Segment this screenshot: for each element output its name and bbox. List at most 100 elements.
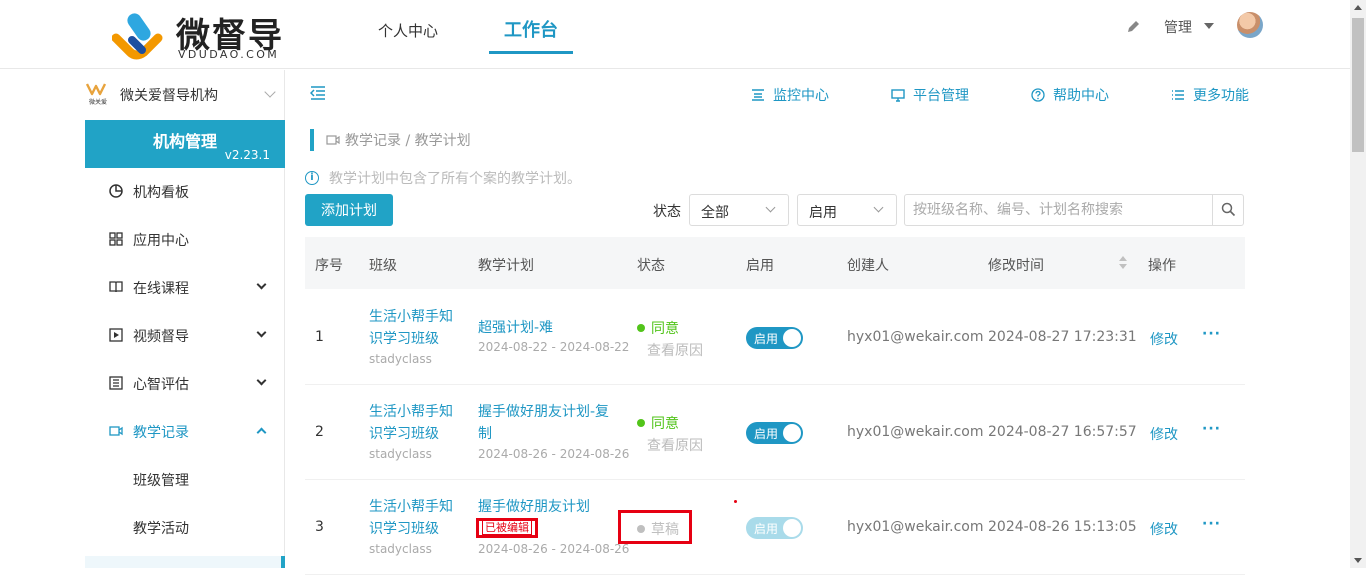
column-header-status: 状态 <box>637 258 665 274</box>
sidebar-subitem-teaching-plan[interactable] <box>85 556 285 568</box>
play-icon <box>109 328 123 342</box>
sidebar-subitem-class-management[interactable]: 班级管理 <box>85 456 285 504</box>
sidebar-item-mental-assessment[interactable]: 心智评估 <box>85 360 285 408</box>
scroll-up-icon[interactable] <box>1354 5 1362 10</box>
search-box <box>904 194 1244 226</box>
view-reason-link[interactable]: 查看原因 <box>647 435 703 455</box>
modified-time: 2024-08-27 17:23:31 <box>988 329 1137 345</box>
add-plan-button[interactable]: 添加计划 <box>305 194 393 226</box>
sidebar-subitem-teaching-activity[interactable]: 教学活动 <box>85 504 285 552</box>
toggle-knob <box>783 424 801 442</box>
status-text: 同意 <box>651 416 679 432</box>
toggle-label: 启用 <box>754 522 779 536</box>
scroll-down-icon[interactable] <box>1354 558 1362 563</box>
edit-link[interactable]: 修改 <box>1150 424 1178 444</box>
search-button[interactable] <box>1212 195 1243 225</box>
status-highlight-box <box>618 510 692 544</box>
sidebar-item-dashboard[interactable]: 机构看板 <box>85 168 285 216</box>
table-row: 2 生活小帮手知识学习班级 stadyclass 握手做好朋友计划-复制 202… <box>305 385 1245 480</box>
column-header-plan: 教学计划 <box>478 258 534 274</box>
monitor-icon <box>752 89 764 101</box>
monitor-center-link[interactable]: 监控中心 <box>751 85 829 105</box>
plan-name-link[interactable]: 握手做好朋友计划 <box>478 496 618 518</box>
active-indicator <box>281 556 285 568</box>
info-icon: i <box>305 171 319 185</box>
sidebar-item-teaching-records[interactable]: 教学记录 <box>85 408 285 456</box>
class-name-link[interactable]: 生活小帮手知识学习班级 <box>369 496 461 540</box>
edit-link[interactable]: 修改 <box>1150 519 1178 539</box>
page-scrollbar[interactable] <box>1350 0 1366 568</box>
more-features-link[interactable]: 更多功能 <box>1171 85 1249 105</box>
logo[interactable]: 微督导 VDUDAO.COM <box>112 8 292 62</box>
chevron-down-icon <box>873 202 884 213</box>
status-text: 同意 <box>651 321 679 337</box>
sidebar-item-online-course[interactable]: 在线课程 <box>85 264 285 312</box>
more-actions-button[interactable]: ··· <box>1202 516 1221 532</box>
nav-personal-center[interactable]: 个人中心 <box>378 0 438 69</box>
plan-name-link[interactable]: 超强计划-难 <box>478 317 618 339</box>
sidebar-subitem-label: 班级管理 <box>133 473 189 489</box>
chevron-up-icon <box>256 427 267 438</box>
logo-subtitle: VDUDAO.COM <box>178 48 280 61</box>
version-label: v2.23.1 <box>224 148 270 162</box>
row-index: 3 <box>315 519 324 535</box>
chevron-down-icon <box>765 202 776 213</box>
more-actions-button[interactable]: ··· <box>1202 421 1221 437</box>
class-name-link[interactable]: 生活小帮手知识学习班级 <box>369 401 461 445</box>
org-logo-text: 微关爱 <box>89 98 107 106</box>
enabled-select[interactable]: 启用 <box>797 194 897 226</box>
modified-time: 2024-08-26 15:13:05 <box>988 519 1137 535</box>
nav-workbench[interactable]: 工作台 <box>489 9 573 54</box>
creator-email: hyx01@wekair.com <box>847 424 984 440</box>
chevron-down-icon <box>256 327 267 338</box>
more-actions-button[interactable]: ··· <box>1202 326 1221 342</box>
search-input[interactable] <box>905 195 1212 225</box>
modified-time: 2024-08-27 16:57:57 <box>988 424 1137 440</box>
view-reason-link[interactable]: 查看原因 <box>647 340 703 360</box>
breadcrumb: 教学记录 / 教学计划 <box>310 129 471 151</box>
collapse-sidebar-icon[interactable] <box>310 86 326 100</box>
class-code: stadyclass <box>369 352 432 366</box>
toggle-knob <box>783 329 801 347</box>
toggle-knob <box>783 519 801 537</box>
platform-management-link[interactable]: 平台管理 <box>891 85 969 105</box>
caret-down-icon[interactable] <box>1204 23 1214 29</box>
pie-chart-icon <box>109 184 123 198</box>
enable-toggle[interactable]: 启用 <box>746 422 803 444</box>
org-logo-icon: 微关爱 <box>85 83 107 106</box>
status-select-value: 全部 <box>701 205 729 221</box>
info-notice: i 教学计划中包含了所有个案的教学计划。 <box>305 168 581 188</box>
sort-icon[interactable] <box>1118 256 1128 270</box>
org-management-card: 机构管理 v2.23.1 <box>85 120 285 168</box>
enable-toggle[interactable]: 启用 <box>746 327 803 349</box>
org-name: 微关爱督导机构 <box>120 88 218 104</box>
chevron-down-icon[interactable] <box>264 86 276 98</box>
toolbar-link-label: 帮助中心 <box>1053 88 1109 104</box>
enable-toggle[interactable]: 启用 <box>746 517 803 539</box>
edited-tag-text: 已被编辑 <box>482 520 532 535</box>
pencil-icon[interactable] <box>1126 19 1141 34</box>
help-center-link[interactable]: 帮助中心 <box>1031 85 1109 105</box>
sidebar-subitem-label: 教学活动 <box>133 521 189 537</box>
help-icon <box>1031 88 1045 102</box>
plan-name-link[interactable]: 握手做好朋友计划-复制 <box>478 401 618 445</box>
status-badge: 同意 <box>637 413 679 433</box>
sidebar-item-label: 机构看板 <box>133 185 189 201</box>
admin-menu-label[interactable]: 管理 <box>1164 17 1192 37</box>
status-select[interactable]: 全部 <box>689 194 789 226</box>
sidebar-item-label: 视频督导 <box>133 329 189 345</box>
list-icon <box>109 376 123 390</box>
sidebar-item-label: 教学记录 <box>133 425 189 441</box>
edit-link[interactable]: 修改 <box>1150 329 1178 349</box>
row-index: 1 <box>315 329 324 345</box>
org-selector[interactable]: 微关爱 微关爱督导机构 <box>85 82 285 106</box>
scroll-thumb[interactable] <box>1352 18 1364 152</box>
column-header-modified[interactable]: 修改时间 <box>988 255 1044 275</box>
sidebar-item-video-supervision[interactable]: 视频督导 <box>85 312 285 360</box>
avatar[interactable] <box>1237 12 1263 38</box>
class-code: stadyclass <box>369 447 432 461</box>
class-code: stadyclass <box>369 542 432 556</box>
sidebar-item-app-center[interactable]: 应用中心 <box>85 216 285 264</box>
class-name-link[interactable]: 生活小帮手知识学习班级 <box>369 306 461 350</box>
logo-mark-icon <box>112 13 163 60</box>
